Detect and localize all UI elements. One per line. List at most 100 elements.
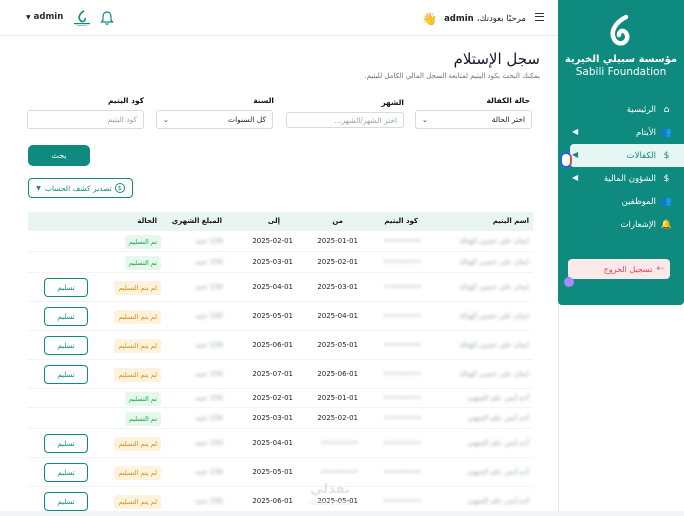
year-select[interactable]: كل السنوات ⌄ xyxy=(156,110,273,129)
month-input[interactable] xyxy=(286,112,404,128)
bell-icon[interactable] xyxy=(100,10,114,26)
caret-down-icon: ▼ xyxy=(26,14,31,21)
cell-name: آدم أيمن علم السهبي xyxy=(467,439,529,447)
cell-amount: 150 جنيه xyxy=(195,370,223,378)
cell-name: آدم أيمن علم السهبي xyxy=(467,468,529,476)
wave-icon: 👋 xyxy=(422,12,438,26)
cell-amount: 150 جنيه xyxy=(195,258,223,266)
money-bag-icon: $ xyxy=(663,173,670,184)
year-select-value: كل السنوات xyxy=(228,115,266,124)
cell-name: ايمان علي حسين الهبالة xyxy=(459,341,529,349)
deliver-button[interactable]: تسليم xyxy=(44,492,88,511)
chevron-down-icon: ⌄ xyxy=(163,116,169,124)
month-input-field[interactable] xyxy=(287,113,397,127)
cell-from: 2025-02-01 xyxy=(317,258,358,266)
sidebar-item-label: الشؤون المالية xyxy=(603,173,656,184)
sidebar-item-home[interactable]: ⌂ الرئيسية xyxy=(558,98,684,121)
search-button[interactable]: بحث xyxy=(28,145,90,166)
cell-code: ••••••••• xyxy=(383,370,421,378)
col-header-status: الحالة xyxy=(137,217,157,225)
menu-icon[interactable] xyxy=(535,13,544,21)
cell-name: ايمان علي حسين الهبالة xyxy=(459,283,529,291)
table-row: آدم أيمن علم السهبي ••••••••• ••••••••• 202… xyxy=(28,458,533,487)
deliver-button[interactable]: تسليم xyxy=(44,365,88,384)
cell-code: ••••••••• xyxy=(383,312,421,320)
cell-name: آدم أيمن علم السهبي xyxy=(467,497,529,505)
home-icon: ⌂ xyxy=(663,104,670,115)
cell-amount: 150 جنيه xyxy=(195,283,223,291)
cell-code: ••••••••• xyxy=(383,497,421,505)
export-statement-button[interactable]: $ تصدير كشف الحساب ▼ xyxy=(28,178,133,198)
deliver-button[interactable]: تسليم xyxy=(44,336,88,355)
status-badge: تم التسليم xyxy=(124,412,161,426)
cell-name: ايمان علي حسين الهبالة xyxy=(459,312,529,320)
status-select-value: اختر الحالة xyxy=(491,115,525,124)
sidebar-item-label: الإشعارات xyxy=(620,219,657,230)
logout-icon: ⇠ xyxy=(656,264,664,274)
status-select[interactable]: اختر الحالة ⌄ xyxy=(415,110,532,129)
cell-from: 2025-05-01 xyxy=(317,341,358,349)
status-filter-label: حالة الكفالة xyxy=(486,96,530,105)
org-name-english: Sabili Foundation xyxy=(575,66,667,78)
status-badge: لم يتم التسليم xyxy=(114,368,161,382)
table-row: آدم أيمن علم السهبي ••••••••• 2025-01-01 20… xyxy=(28,389,533,408)
cell-amount: 150 جنيه xyxy=(195,468,223,476)
logout-button[interactable]: ⇠ تسجيل الخروج xyxy=(568,259,670,279)
orphan-code-input[interactable] xyxy=(27,110,144,129)
orphan-code-field[interactable] xyxy=(28,111,137,128)
deliver-button[interactable]: تسليم xyxy=(44,307,88,326)
sidebar-item-orphans[interactable]: 👥 الأيتام ◀ xyxy=(558,121,684,144)
cell-to: 2025-03-01 xyxy=(252,414,293,422)
cell-to: 2025-06-01 xyxy=(252,497,293,505)
greeting-prefix: مرحبًا بعودتك، xyxy=(476,14,526,24)
sidebar-item-sponsorships[interactable]: $ الكفالات ◀ xyxy=(570,144,684,167)
floating-toggle[interactable] xyxy=(560,152,572,168)
cell-name: ايمان علي حسين الهبالة xyxy=(459,370,529,378)
user-menu[interactable]: ▼ admin xyxy=(26,12,63,22)
greeting-user: admin xyxy=(444,14,474,24)
cell-to: 2025-06-01 xyxy=(252,341,293,349)
watermark-sub: nafezly.com xyxy=(309,499,351,507)
users-icon: 👥 xyxy=(660,127,673,138)
col-header-amount: المبلغ الشهري xyxy=(171,217,222,225)
logo-icon xyxy=(74,10,90,26)
user-menu-label: admin xyxy=(33,12,64,22)
floating-dot xyxy=(564,277,574,287)
cell-amount: 150 جنيه xyxy=(195,414,223,422)
cell-code: ••••••••• xyxy=(383,341,421,349)
table-row: آدم أيمن علم السهبي ••••••••• ••••••••• 202… xyxy=(28,429,533,458)
cell-code: ••••••••• xyxy=(383,414,421,422)
table-row: ايمان علي حسين الهبالة ••••••••• 2025-04-0… xyxy=(28,302,533,331)
code-filter-label: كود اليتيم xyxy=(108,96,144,105)
status-badge: تم التسليم xyxy=(124,392,161,406)
sidebar-item-notifications[interactable]: 🔔 الإشعارات xyxy=(558,213,684,236)
table-row: ايمان علي حسين الهبالة ••••••••• 2025-02-0… xyxy=(28,252,533,273)
dollar-icon: $ xyxy=(114,183,125,193)
table-row: ايمان علي حسين الهبالة ••••••••• 2025-05-0… xyxy=(28,331,533,360)
cell-amount: 150 جنيه xyxy=(195,394,223,402)
export-label: تصدير كشف الحساب xyxy=(44,183,112,193)
sidebar-nav: ⌂ الرئيسية 👥 الأيتام ◀ $ الكفالات ◀ $ ال… xyxy=(558,98,684,236)
logout-label: تسجيل الخروج xyxy=(603,264,653,274)
cell-code: ••••••••• xyxy=(383,258,421,266)
table-row: آدم أيمن علم السهبي ••••••••• 2025-05-01 20… xyxy=(28,487,533,516)
cell-code: ••••••••• xyxy=(383,394,421,402)
table-row: آدم أيمن علم السهبي ••••••••• 2025-02-01 20… xyxy=(28,408,533,429)
deliver-button[interactable]: تسليم xyxy=(44,278,88,297)
page-subtitle: يمكنك البحث بكود اليتيم لمتابعة السجل ال… xyxy=(364,72,540,80)
sidebar-item-label: الرئيسية xyxy=(626,104,656,115)
table-row: ايمان علي حسين الهبالة ••••••••• 2025-06-0… xyxy=(28,360,533,389)
col-header-name: اسم اليتيم xyxy=(492,217,529,225)
year-filter-label: السنة xyxy=(253,96,274,105)
cell-to: 2025-05-01 xyxy=(252,312,293,320)
cell-amount: 150 جنيه xyxy=(195,497,223,505)
table-row: ايمان علي حسين الهبالة ••••••••• 2025-01-0… xyxy=(28,231,533,252)
cell-amount: 150 جنيه xyxy=(195,237,223,245)
deliver-button[interactable]: تسليم xyxy=(44,463,88,482)
deliver-button[interactable]: تسليم xyxy=(44,434,88,453)
sidebar-item-finance[interactable]: $ الشؤون المالية ◀ xyxy=(558,167,684,190)
watermark: نفذلي xyxy=(310,482,350,497)
chevron-left-icon: ◀ xyxy=(572,127,579,136)
sidebar-item-employees[interactable]: 👥 الموظفين xyxy=(558,190,684,213)
cell-to: 2025-04-01 xyxy=(252,283,293,291)
